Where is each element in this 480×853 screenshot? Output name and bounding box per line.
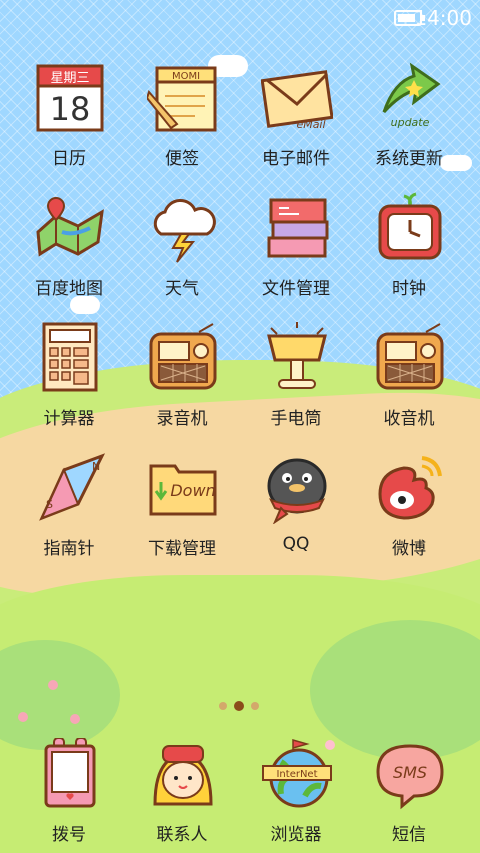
notes-icon: MOMI bbox=[147, 66, 217, 132]
calculator-icon bbox=[42, 322, 98, 392]
mail-icon: eMail bbox=[261, 70, 333, 131]
home-screen: 14:00 星期三 18 日历 MOMI 便签 eMail 电子邮件 updat… bbox=[0, 0, 480, 853]
update-icon: update bbox=[382, 62, 441, 129]
app-qq[interactable]: QQ bbox=[241, 452, 351, 572]
app-weibo[interactable]: 微博 bbox=[354, 452, 464, 572]
app-system-update[interactable]: update 系统更新 bbox=[354, 62, 464, 182]
download-icon: Down bbox=[149, 464, 217, 516]
background-flower bbox=[18, 712, 28, 722]
app-label: 联系人 bbox=[156, 825, 208, 845]
app-label: 系统更新 bbox=[375, 149, 443, 169]
app-label: 便签 bbox=[165, 149, 199, 169]
qq-icon bbox=[267, 458, 327, 524]
app-label: 时钟 bbox=[392, 279, 426, 299]
app-label: 微博 bbox=[392, 539, 426, 559]
svg-text:MOMI: MOMI bbox=[172, 71, 200, 82]
app-flashlight[interactable]: 手电筒 bbox=[241, 322, 351, 442]
app-label: 浏览器 bbox=[270, 825, 322, 845]
app-weather[interactable]: 天气 bbox=[127, 192, 237, 312]
app-baidu-map[interactable]: 百度地图 bbox=[14, 192, 124, 312]
status-clock: 14:00 bbox=[414, 6, 472, 30]
clock-icon bbox=[378, 192, 442, 260]
dock-app-contacts[interactable]: 联系人 bbox=[127, 738, 237, 853]
dock-app-phone[interactable]: 拨号 bbox=[14, 738, 124, 853]
page-dot-active[interactable] bbox=[234, 701, 244, 711]
sms-icon: SMS bbox=[376, 744, 444, 810]
app-label: QQ bbox=[282, 534, 310, 554]
app-download-manager[interactable]: Down 下载管理 bbox=[127, 452, 237, 572]
page-dot[interactable] bbox=[251, 702, 259, 710]
compass-icon: N S bbox=[39, 453, 106, 521]
phone-icon bbox=[44, 738, 96, 808]
svg-text:S: S bbox=[46, 498, 53, 511]
background-flower bbox=[48, 680, 58, 690]
dock-app-sms[interactable]: SMS 短信 bbox=[354, 738, 464, 853]
svg-text:Down: Down bbox=[170, 481, 215, 500]
svg-text:InterNet: InterNet bbox=[276, 769, 317, 780]
svg-text:星期三: 星期三 bbox=[50, 71, 89, 86]
app-label: 收音机 bbox=[383, 409, 435, 429]
svg-text:N: N bbox=[92, 460, 100, 473]
contacts-icon bbox=[153, 745, 213, 806]
svg-text:18: 18 bbox=[50, 90, 91, 128]
app-label: 短信 bbox=[392, 825, 426, 845]
app-calculator[interactable]: 计算器 bbox=[14, 322, 124, 442]
app-label: 指南针 bbox=[43, 539, 95, 559]
app-radio[interactable]: 收音机 bbox=[354, 322, 464, 442]
app-label: 下载管理 bbox=[148, 539, 216, 559]
app-label: 电子邮件 bbox=[262, 149, 330, 169]
weather-icon bbox=[153, 199, 216, 263]
app-recorder[interactable]: 录音机 bbox=[127, 322, 237, 442]
browser-icon: InterNet bbox=[262, 739, 332, 808]
page-dot[interactable] bbox=[219, 702, 227, 710]
page-indicator bbox=[217, 700, 263, 712]
dock-app-browser[interactable]: InterNet 浏览器 bbox=[241, 738, 351, 853]
map-icon bbox=[36, 196, 104, 257]
app-label: 录音机 bbox=[156, 409, 208, 429]
app-calendar[interactable]: 星期三 18 日历 bbox=[14, 62, 124, 182]
radio-icon bbox=[376, 323, 444, 390]
app-email[interactable]: eMail 电子邮件 bbox=[241, 62, 351, 182]
calendar-icon: 星期三 18 bbox=[36, 64, 104, 132]
status-bar: 14:00 bbox=[0, 0, 480, 34]
app-label: 天气 bbox=[165, 279, 199, 299]
app-label: 拨号 bbox=[52, 825, 86, 845]
svg-text:update: update bbox=[391, 116, 430, 129]
app-label: 计算器 bbox=[43, 409, 95, 429]
app-label: 百度地图 bbox=[35, 279, 103, 299]
background-flower bbox=[70, 714, 80, 724]
app-file-manager[interactable]: 文件管理 bbox=[241, 192, 351, 312]
svg-text:eMail: eMail bbox=[296, 118, 325, 131]
app-compass[interactable]: N S 指南针 bbox=[14, 452, 124, 572]
app-notes[interactable]: MOMI 便签 bbox=[127, 62, 237, 182]
app-label: 手电筒 bbox=[270, 409, 322, 429]
app-label: 文件管理 bbox=[262, 279, 330, 299]
app-clock[interactable]: 时钟 bbox=[354, 192, 464, 312]
svg-text:SMS: SMS bbox=[393, 763, 427, 782]
recorder-icon bbox=[149, 323, 217, 390]
weibo-icon bbox=[378, 456, 442, 520]
flashlight-icon bbox=[267, 322, 327, 389]
app-label: 日历 bbox=[52, 149, 86, 169]
files-icon bbox=[267, 198, 329, 258]
